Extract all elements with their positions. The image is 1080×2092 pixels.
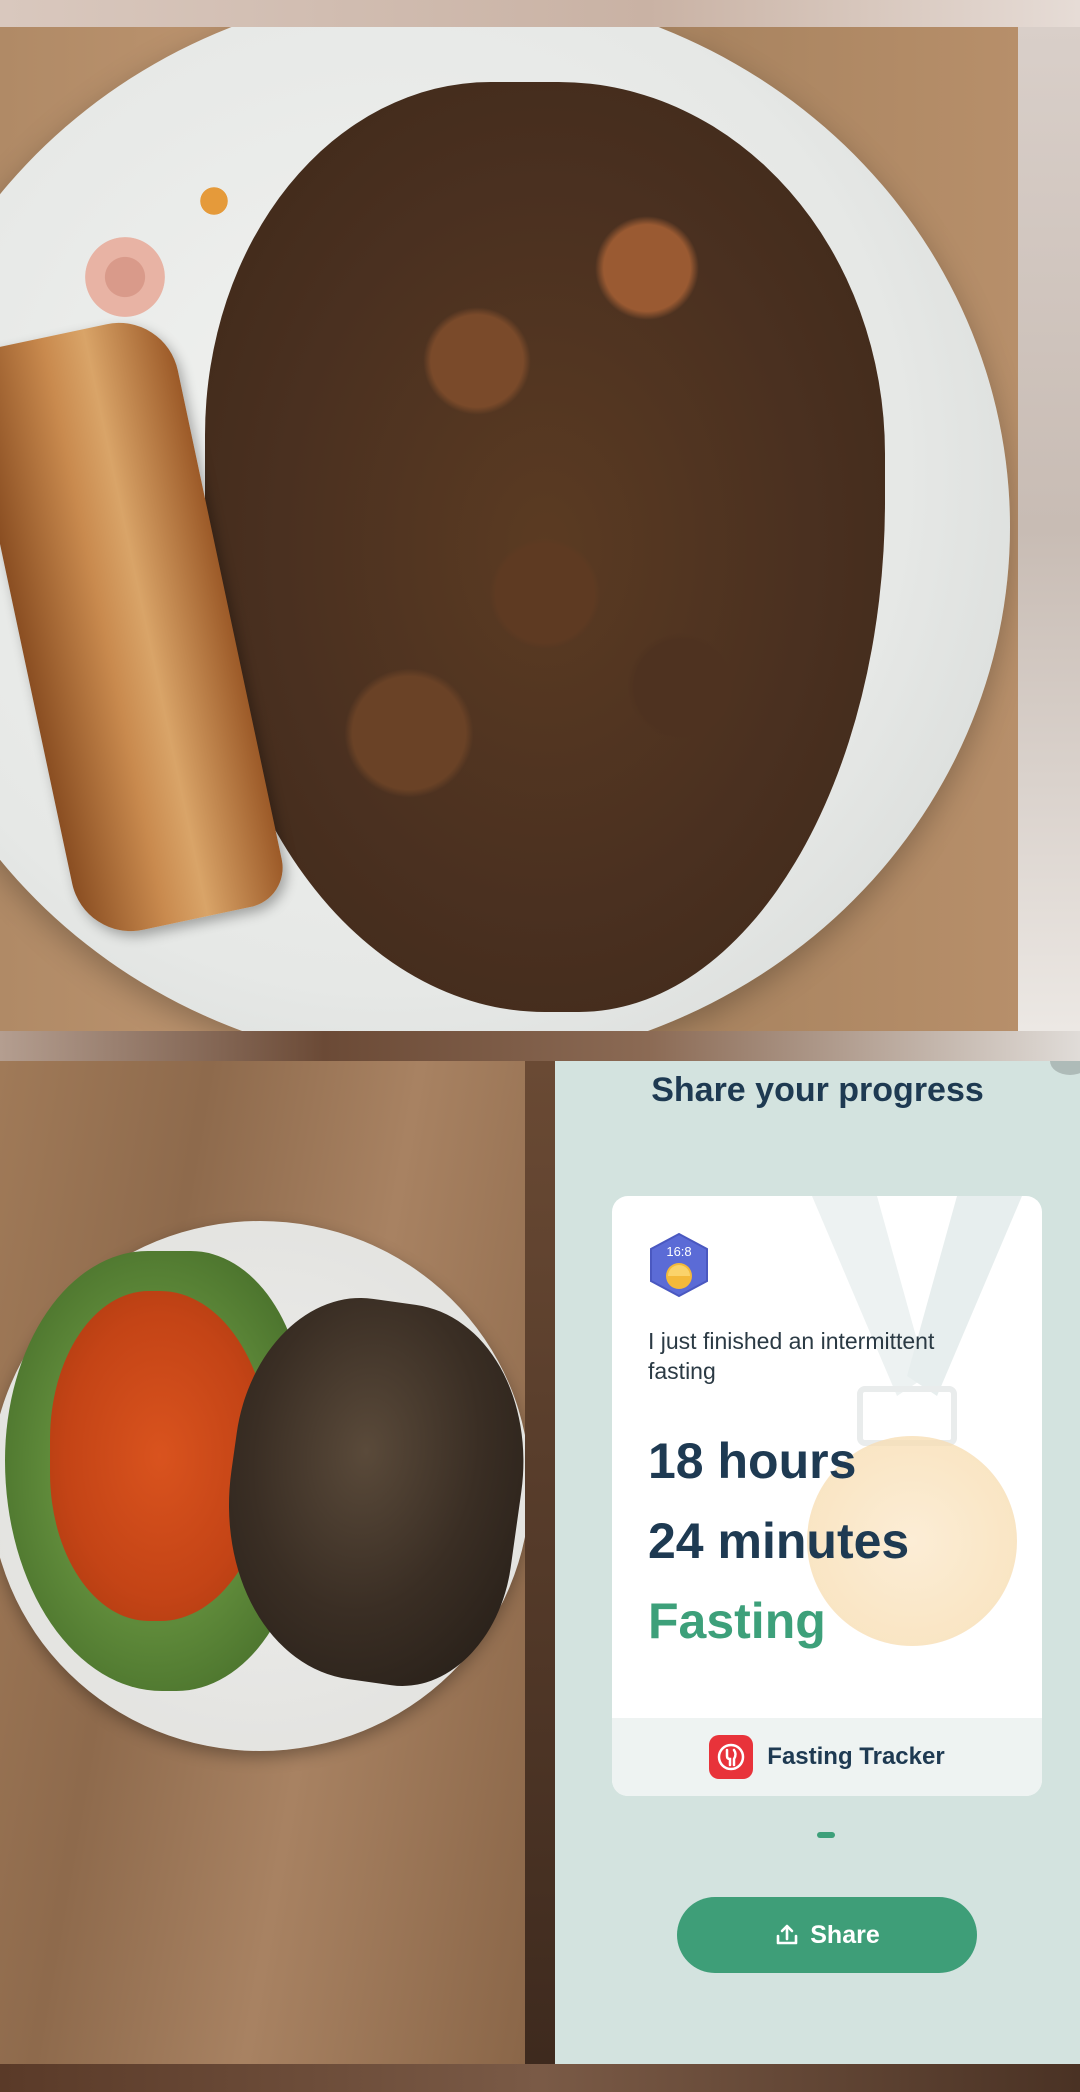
svg-text:16:8: 16:8 bbox=[666, 1244, 691, 1259]
stew-food bbox=[205, 82, 885, 1012]
fish-greens-photo bbox=[0, 1061, 525, 2064]
share-message: I just finished an intermittent fasting bbox=[648, 1328, 935, 1384]
hexagon-clock-badge-icon: 16:8 bbox=[648, 1232, 710, 1298]
upload-icon bbox=[776, 1924, 798, 1945]
fasting-minutes: 24 minutes bbox=[648, 1513, 910, 1569]
top-blurred-strip bbox=[0, 0, 1080, 27]
plate-flower-decoration bbox=[85, 237, 165, 317]
fasting-status: Fasting bbox=[648, 1593, 826, 1649]
share-card: 16:8 I just finished an intermittent fas… bbox=[612, 1196, 1042, 1796]
share-button[interactable]: Share bbox=[677, 1897, 977, 1973]
page-title: Share your progress bbox=[651, 1071, 984, 1109]
stew-plantain-photo bbox=[0, 27, 1018, 1031]
app-name: Fasting Tracker bbox=[767, 1743, 945, 1770]
bottom-blurred-strip bbox=[0, 2064, 1080, 2092]
right-blurred-edge bbox=[1018, 27, 1080, 1031]
fasting-hours: 18 hours bbox=[648, 1433, 857, 1489]
page-indicator bbox=[817, 1832, 835, 1838]
plate-flower-decoration-small bbox=[190, 177, 238, 225]
collage-divider bbox=[0, 1031, 1080, 1061]
collage-gap bbox=[525, 1061, 555, 2064]
share-progress-panel: Share your progress 16:8 I just finished… bbox=[555, 1061, 1080, 2064]
app-branding-footer: Fasting Tracker bbox=[612, 1718, 1042, 1796]
share-button-label: Share bbox=[810, 1920, 880, 1949]
fork-spoon-icon bbox=[709, 1735, 754, 1779]
